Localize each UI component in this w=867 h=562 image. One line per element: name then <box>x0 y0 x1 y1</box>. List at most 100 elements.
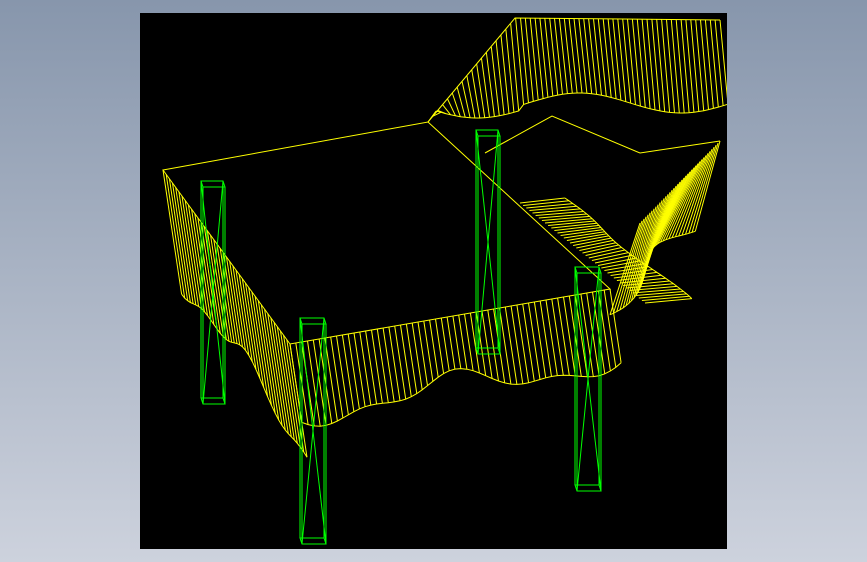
cloth-back-panel-fold-line <box>597 18 607 97</box>
table-leg-back <box>475 129 501 355</box>
cloth-back-panel-fold-line <box>602 18 612 98</box>
cloth-back-panel-fold-line <box>588 18 598 95</box>
cloth-front-drape-fold-line <box>557 297 570 376</box>
tablecloth-top-outline <box>162 121 612 345</box>
table-leg-right-top-face <box>574 266 602 274</box>
cloth-front-drape-hem <box>301 362 622 427</box>
cloth-back-panel-fold-line <box>700 19 709 110</box>
cloth-back-panel-fold-line <box>690 19 700 112</box>
cloth-left-drape-fold-line <box>229 261 243 347</box>
cloth-left-drape-fold-line <box>175 187 194 304</box>
cloth-front-drape-fold-line <box>405 323 418 394</box>
cloth-front-drape-fold-line <box>388 326 401 401</box>
cloth-front-drape-fold-line <box>324 337 338 422</box>
cloth-back-panel-fold-line <box>583 18 593 94</box>
table-leg-front-left-top-face <box>200 180 226 188</box>
cloth-front-drape-fold-line <box>347 333 360 409</box>
cloth-back-panel-fold-line <box>714 19 724 106</box>
cloth-left-drape-fold-line <box>235 270 250 356</box>
table-leg-front-center-edge <box>301 317 325 545</box>
cloth-back-panel-fold-line <box>554 18 563 95</box>
cloth-front-drape-fold-line <box>359 331 372 406</box>
cloth-back-panel-fold-line <box>646 19 656 110</box>
table-leg-right-bottom-face <box>574 484 602 492</box>
cloth-front-drape-fold-line <box>382 327 395 402</box>
cloth-back-panel-fold-line <box>661 19 671 113</box>
cloth-front-drape-fold-line <box>563 296 576 376</box>
cloth-front-drape-fold-line <box>341 334 355 412</box>
cloth-back-panel-fold-line <box>651 19 661 111</box>
cloth-back-panel-fold-line <box>539 18 549 98</box>
cloth-back-panel-fold-line <box>451 92 461 117</box>
cloth-right-drape-fold-line <box>551 222 597 229</box>
cloth-front-drape-fold-line <box>551 298 564 376</box>
cloth-left-drape-fold-line <box>232 265 246 351</box>
cloth-front-drape-fold-line <box>539 300 552 377</box>
cloth-right-lower-fold-line <box>688 144 717 234</box>
cloth-front-drape-fold-line <box>376 328 389 403</box>
table-leg-back-top-face <box>475 129 501 137</box>
cloth-back-panel-fold-line <box>578 18 588 94</box>
cloth-back-panel-fold-line <box>709 19 719 108</box>
cloth-back-panel-fold-line <box>636 19 646 108</box>
cloth-left-drape-fold-line <box>184 200 202 309</box>
cloth-right-drape-fold-line <box>557 227 601 234</box>
cloth-back-panel-fold-line <box>534 18 544 99</box>
cloth-back-panel-fold-line <box>617 18 627 102</box>
cloth-left-drape-fold-line <box>270 317 289 434</box>
cloth-back-panel-fold-line <box>563 18 573 94</box>
cloth-back-panel-fold-line <box>685 19 695 113</box>
cloth-front-drape-fold-line <box>545 299 558 376</box>
cloth-back-panel-fold-line <box>656 19 666 112</box>
cloth-back-panel-fold-line <box>695 19 705 111</box>
cloth-left-drape-fold-line <box>165 174 186 299</box>
cloth-front-drape-fold-line <box>609 288 622 363</box>
cloth-back-panel-fold-line <box>524 18 534 102</box>
cloth-front-drape-fold-line <box>504 306 518 385</box>
cloth-front-drape-fold-line <box>365 330 378 405</box>
table-leg-front-left-edge <box>202 180 224 405</box>
cloth-left-drape-fold-line <box>191 209 208 316</box>
cloth-left-drape-fold-line <box>206 230 224 337</box>
table-leg-front-center-bottom-face <box>299 537 327 545</box>
cloth-back-panel-fold-line <box>680 19 690 113</box>
cloth-front-drape-fold-line <box>528 302 541 380</box>
cloth-left-drape-fold-line <box>181 196 200 307</box>
cloth-back-panel-fold-line <box>612 18 622 101</box>
cloth-back-panel-fold-line <box>627 19 636 105</box>
cloth-back-panel-fold-line <box>549 18 559 96</box>
cloth-left-drape-fold-line <box>264 309 283 426</box>
wireframe-scene[interactable] <box>140 13 727 549</box>
cloth-back-panel-fold-line <box>719 19 727 99</box>
cloth-front-drape-fold-line <box>353 332 366 407</box>
cloth-front-drape-fold-line <box>586 292 600 376</box>
cloth-front-drape-fold-line <box>411 322 423 390</box>
cloth-front-drape-fold-line <box>510 305 524 384</box>
cloth-right-drape-fold-line <box>594 254 633 264</box>
cloth-right-drape-fold-line <box>554 224 599 231</box>
cloth-back-panel-fold-line <box>529 18 539 101</box>
cloth-back-panel-fold-line <box>641 19 651 109</box>
cloth-left-drape-fold-line <box>273 322 292 437</box>
cloth-front-drape-fold-line <box>533 301 547 378</box>
cloth-back-panel-fold-line <box>622 18 632 104</box>
cloth-left-drape-fold-line <box>254 296 272 406</box>
cloth-back-panel-fold-line <box>573 18 583 94</box>
cloth-left-drape-fold-line <box>172 183 191 303</box>
table-leg-front-center-top-face <box>299 317 327 325</box>
cloth-back-panel-fold-line <box>593 18 602 96</box>
cloth-back-panel-fold-line <box>607 18 617 99</box>
cloth-front-drape-fold-line <box>499 307 512 385</box>
cloth-back-panel-fold-line <box>631 19 641 107</box>
cloth-front-drape-fold-line <box>481 310 493 379</box>
cloth-back-panel-fold-line <box>568 18 578 94</box>
cloth-front-drape-fold-line <box>371 329 383 404</box>
cloth-back-panel-fold-line <box>544 18 554 97</box>
cloth-left-drape-fold-line <box>178 191 197 305</box>
cloth-front-drape-fold-line <box>336 335 349 415</box>
3d-viewport[interactable] <box>140 13 727 549</box>
cloth-back-panel-fold-line <box>427 110 437 123</box>
cloth-front-drape-fold-line <box>307 340 321 427</box>
tablecloth-wireframe[interactable] <box>162 17 727 458</box>
table-leg-front-left-bottom-face <box>200 397 226 405</box>
